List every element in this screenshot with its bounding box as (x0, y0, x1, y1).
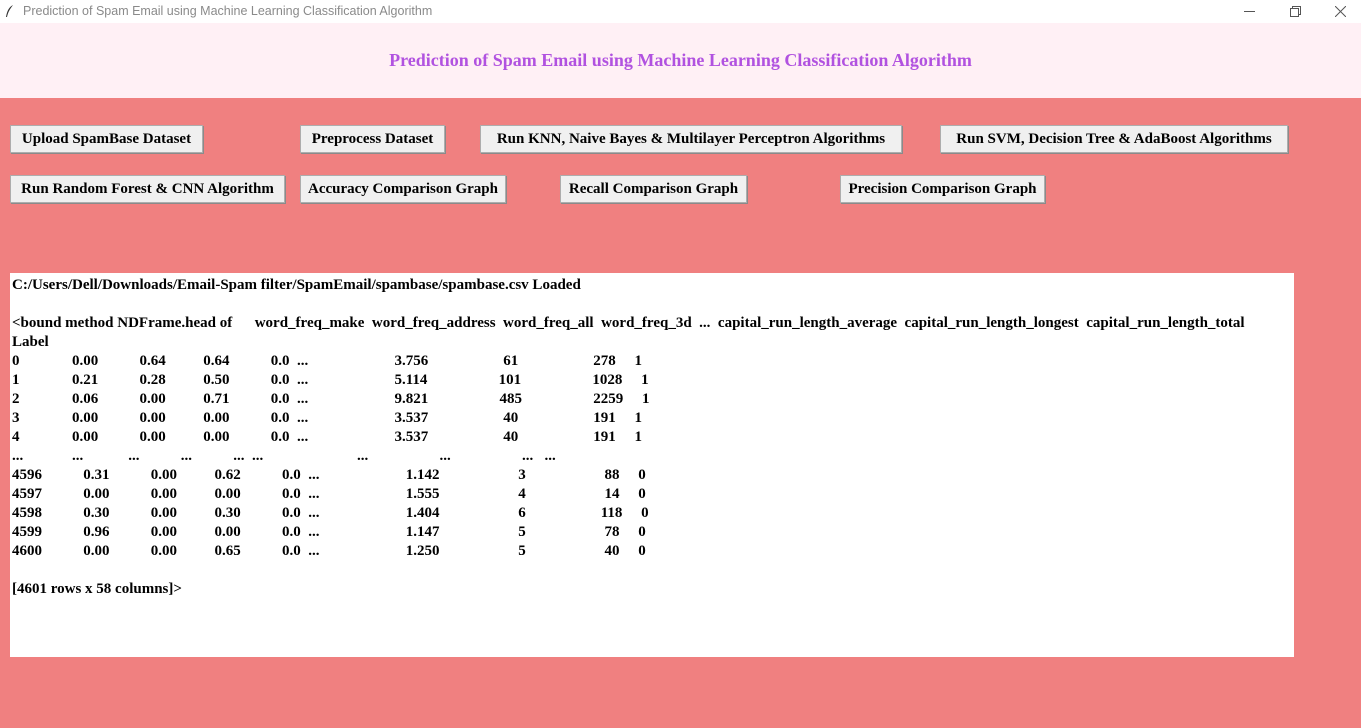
window-title: Prediction of Spam Email using Machine L… (23, 4, 433, 18)
close-button[interactable] (1318, 0, 1361, 23)
upload-dataset-button[interactable]: Upload SpamBase Dataset (10, 125, 203, 153)
run-svm-dt-adaboost-button[interactable]: Run SVM, Decision Tree & AdaBoost Algori… (940, 125, 1288, 153)
recall-graph-button[interactable]: Recall Comparison Graph (560, 175, 747, 203)
output-text: C:/Users/Dell/Downloads/Email-Spam filte… (12, 277, 1245, 597)
restore-button[interactable] (1273, 0, 1319, 23)
accuracy-graph-button[interactable]: Accuracy Comparison Graph (300, 175, 506, 203)
run-knn-nb-mlp-button[interactable]: Run KNN, Naive Bayes & Multilayer Percep… (480, 125, 902, 153)
page-title: Prediction of Spam Email using Machine L… (389, 50, 972, 70)
precision-graph-button[interactable]: Precision Comparison Graph (840, 175, 1045, 203)
minimize-button[interactable] (1227, 0, 1273, 23)
preprocess-dataset-button[interactable]: Preprocess Dataset (300, 125, 445, 153)
feather-icon (6, 5, 13, 17)
run-random-forest-cnn-button[interactable]: Run Random Forest & CNN Algorithm (10, 175, 285, 203)
title-bar: Prediction of Spam Email using Machine L… (0, 0, 1361, 23)
minimize-icon (1244, 11, 1255, 12)
output-text-area[interactable]: C:/Users/Dell/Downloads/Email-Spam filte… (10, 273, 1294, 657)
restore-icon (1290, 6, 1301, 17)
close-icon (1335, 6, 1346, 17)
